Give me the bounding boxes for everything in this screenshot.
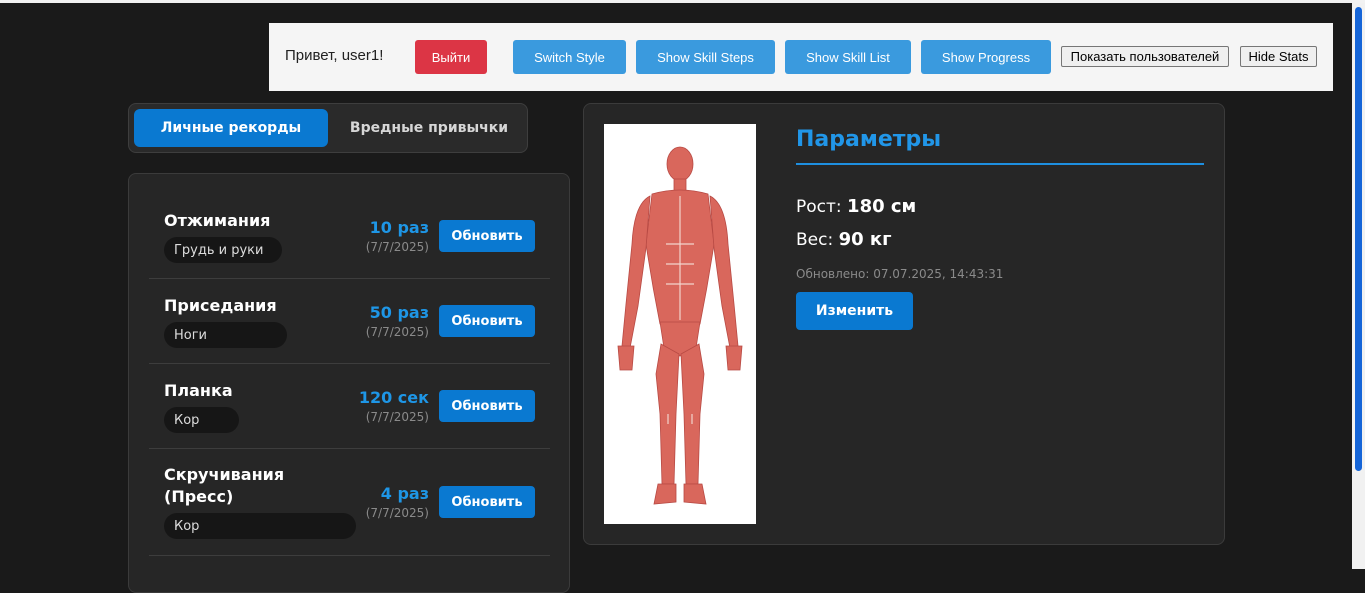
record-name: Планка [164,381,233,400]
update-record-button[interactable]: Обновить [439,486,535,518]
logout-button[interactable]: Выйти [415,40,487,74]
weight-row: Вес: 90 кг [796,229,892,250]
record-name-line2: (Пресс) [164,487,234,506]
record-date: (7/7/2025) [365,240,429,254]
record-category-tag: Ноги [164,322,287,348]
record-name: Приседания [164,296,277,315]
update-record-button[interactable]: Обновить [439,305,535,337]
record-value: 120 сек [358,388,429,407]
weight-value: 90 кг [838,229,892,250]
parameters-panel: Параметры Рост: 180 см Вес: 90 кг Обновл… [583,103,1225,545]
scrollbar-thumb[interactable] [1355,7,1362,471]
record-item: Скручивания (Пресс) Кор 4 раз (7/7/2025)… [149,449,550,556]
hide-stats-button[interactable]: Hide Stats [1240,46,1317,67]
show-progress-button[interactable]: Show Progress [921,40,1051,74]
record-date: (7/7/2025) [365,325,429,339]
record-item: Приседания Ноги 50 раз (7/7/2025) Обнови… [149,279,550,364]
show-skill-list-button[interactable]: Show Skill List [785,40,911,74]
top-bar: Привет, user1! Выйти Switch Style Show S… [269,23,1333,91]
parameters-title: Параметры [796,124,1204,165]
show-skill-steps-button[interactable]: Show Skill Steps [636,40,775,74]
show-users-button[interactable]: Показать пользователей [1061,46,1229,67]
record-item: Отжимания Грудь и руки 10 раз (7/7/2025)… [149,194,550,279]
personal-records-panel: Отжимания Грудь и руки 10 раз (7/7/2025)… [128,173,570,593]
height-label: Рост: [796,197,842,217]
tab-personal-records[interactable]: Личные рекорды [134,109,328,147]
muscle-anatomy-icon [604,124,756,524]
weight-label: Вес: [796,230,834,250]
height-value: 180 см [847,196,917,217]
record-value: 50 раз [369,303,429,322]
edit-parameters-button[interactable]: Изменить [796,292,913,330]
record-category-tag: Кор [164,513,356,539]
window-top-edge [0,0,1365,3]
page-scrollbar[interactable] [1352,3,1365,569]
record-date: (7/7/2025) [365,410,429,424]
record-category-tag: Грудь и руки [164,237,282,263]
switch-style-button[interactable]: Switch Style [513,40,626,74]
record-value: 10 раз [369,218,429,237]
update-record-button[interactable]: Обновить [439,390,535,422]
record-category-tag: Кор [164,407,239,433]
updated-timestamp: Обновлено: 07.07.2025, 14:43:31 [796,267,1004,281]
records-tabs: Личные рекорды Вредные привычки [128,103,528,153]
record-name: Отжимания [164,211,271,230]
record-date: (7/7/2025) [365,506,429,520]
update-record-button[interactable]: Обновить [439,220,535,252]
height-row: Рост: 180 см [796,196,916,217]
tab-bad-habits[interactable]: Вредные привычки [334,109,524,147]
greeting-text: Привет, user1! [285,47,384,64]
record-value: 4 раз [380,484,429,503]
record-name-line1: Скручивания [164,465,285,484]
record-item: Планка Кор 120 сек (7/7/2025) Обновить [149,364,550,449]
